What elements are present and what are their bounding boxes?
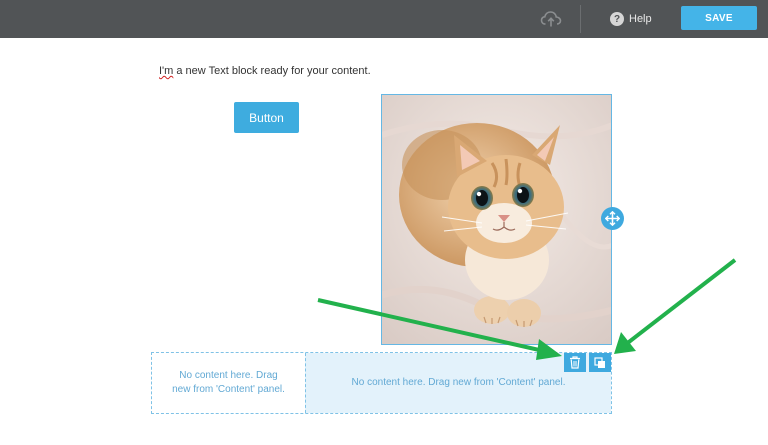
move-handle[interactable]	[601, 207, 624, 230]
help-label: Help	[629, 13, 652, 25]
empty-column-right-placeholder: No content here. Drag new from 'Content'…	[351, 377, 566, 388]
annotation-arrow-right	[623, 258, 737, 347]
empty-row: No content here. Drag new from 'Content'…	[151, 352, 612, 414]
trash-icon	[570, 356, 580, 369]
text-block[interactable]: I'm a new Text block ready for your cont…	[159, 65, 371, 77]
cloud-upload-icon	[540, 11, 562, 27]
move-icon	[605, 211, 620, 226]
help-icon: ?	[610, 12, 624, 26]
save-button[interactable]: SAVE	[681, 6, 757, 30]
top-toolbar: ? Help SAVE	[0, 0, 768, 38]
empty-column-left-placeholder: No content here. Drag new from 'Content'…	[172, 370, 285, 395]
duplicate-icon	[594, 356, 605, 368]
button-block[interactable]: Button	[234, 102, 299, 133]
image-block[interactable]	[381, 94, 612, 345]
help-button[interactable]: ? Help	[610, 10, 652, 28]
empty-column-left[interactable]: No content here. Drag new from 'Content'…	[152, 353, 305, 413]
text-block-content: a new Text block ready for your content.	[173, 65, 371, 77]
toolbar-divider	[580, 5, 581, 33]
cloud-upload-button[interactable]	[540, 9, 562, 29]
text-block-first-word: I'm	[159, 65, 174, 77]
duplicate-button[interactable]	[589, 353, 611, 372]
cat-photo	[382, 95, 611, 344]
annotation-arrowhead-right	[614, 332, 636, 354]
delete-button[interactable]	[564, 353, 586, 372]
